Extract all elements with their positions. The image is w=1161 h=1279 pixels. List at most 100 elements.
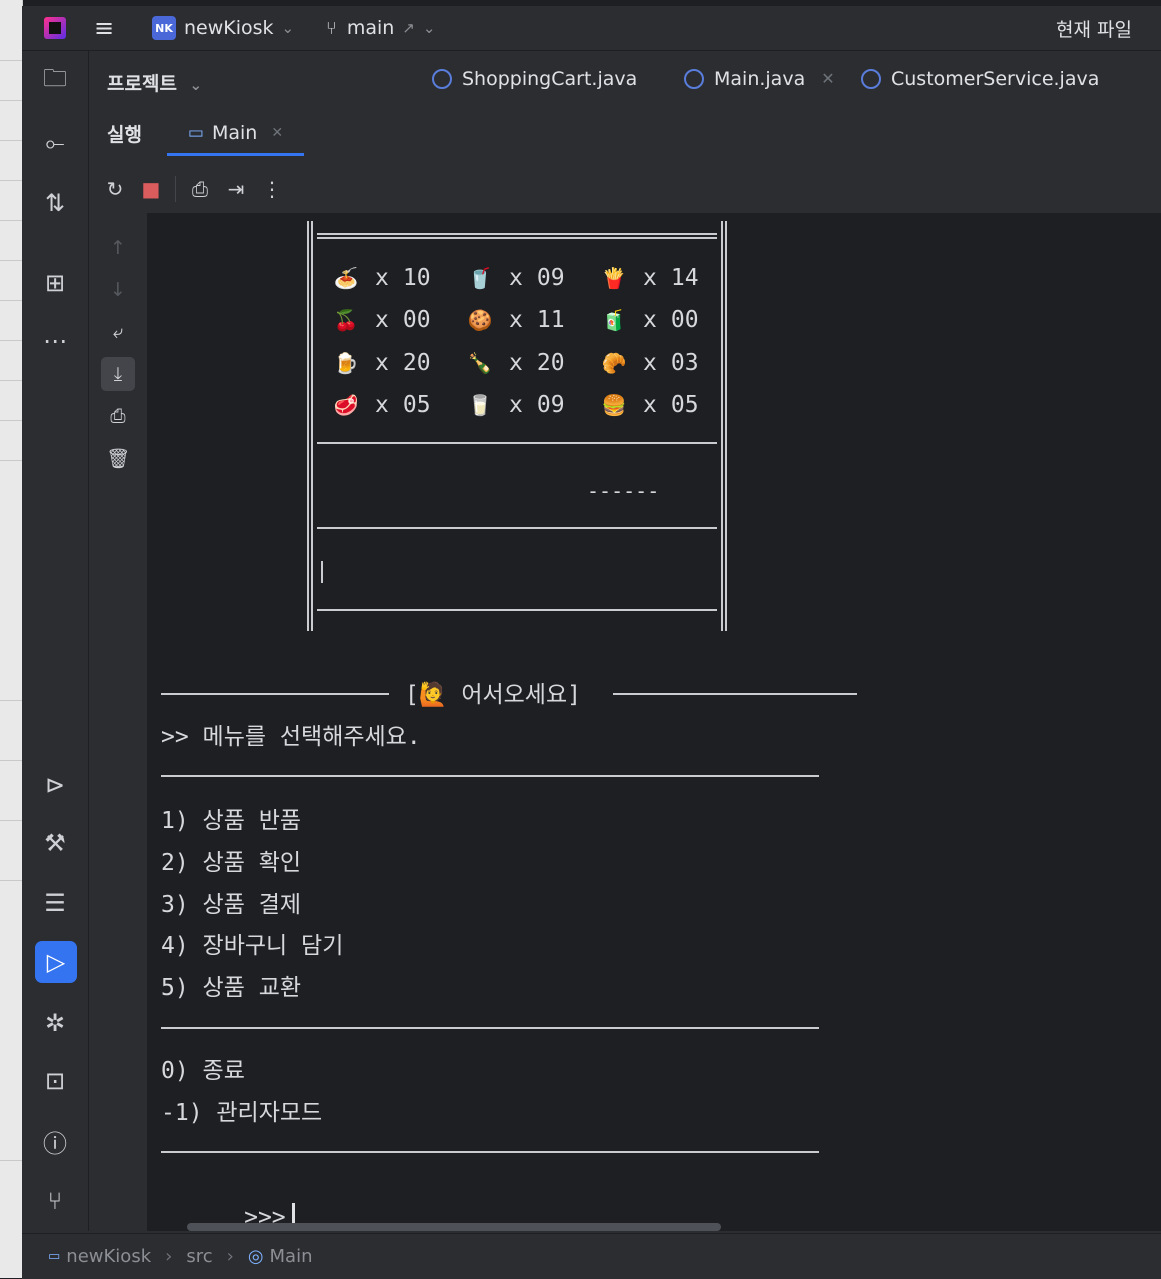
inventory-item: 🍔 x 05 (599, 392, 733, 418)
menu-item: 2) 상품 확인 (161, 850, 302, 876)
run-config-icon: ▭ (187, 123, 204, 143)
inventory-item: 🥛 x 09 (465, 392, 599, 418)
multiplier: x (375, 350, 389, 376)
horizontal-scrollbar[interactable] (187, 1223, 721, 1231)
todo-list-icon[interactable]: ☰ (32, 883, 78, 923)
breadcrumb-folder[interactable]: src (186, 1246, 212, 1267)
multiplier: x (509, 392, 523, 418)
inventory-row: 🥩 x 05 🥛 x 09 🍔 x 05 (331, 384, 733, 426)
camera-icon[interactable]: ⎙ (182, 171, 218, 207)
breadcrumb-file[interactable]: Main (270, 1246, 313, 1267)
welcome-banner: [🙋 어서오세요] (405, 682, 581, 708)
multiplier: x (509, 350, 523, 376)
run-tab-label: Main (211, 122, 258, 144)
run-icon[interactable]: ▷ (35, 941, 77, 983)
menu-item: 5) 상품 교환 (161, 975, 302, 1001)
arrow-up-icon[interactable]: ↑ (101, 231, 135, 265)
main-menu-icon[interactable]: ≡ (94, 6, 114, 50)
item-emoji-icon: 🥐 (601, 351, 627, 375)
class-icon (684, 68, 704, 89)
project-name: newKiosk (184, 17, 274, 39)
item-quantity: 14 (670, 265, 699, 291)
rule-line (161, 775, 819, 777)
folder-icon[interactable]: 🗀 (32, 61, 78, 101)
chevron-down-icon: ⌄ (281, 19, 295, 37)
admin-mode-item: -1) 관리자모드 (161, 1100, 323, 1126)
menu-item: 3) 상품 결제 (161, 892, 302, 918)
tab-label: ShoppingCart.java (462, 67, 638, 90)
terminal-icon[interactable]: ⊡ (32, 1061, 78, 1101)
close-icon[interactable]: ✕ (271, 125, 283, 141)
run-tab-main[interactable]: ▭ Main ✕ (167, 113, 304, 156)
item-emoji-icon: 🧃 (601, 308, 627, 332)
problems-icon[interactable]: ⓘ (32, 1121, 78, 1161)
project-label: 프로젝트 (107, 73, 177, 95)
multiplier: x (375, 307, 389, 333)
multiplier: x (509, 265, 523, 291)
desktop-edge (0, 0, 23, 1278)
more-options-icon[interactable]: ⋮ (254, 171, 290, 207)
item-quantity: 03 (670, 350, 699, 376)
console-output[interactable]: 🍝 x 10 🥤 x 09 🍟 x 14 🍒 x 00 🍪 x 11 🧃 x 00 🍺 x 20 🍾 x 20 🥐 x 03 🥩 x 05… (147, 213, 1161, 1231)
exit-icon[interactable]: ⇥ (218, 171, 254, 207)
build-hammer-icon[interactable]: ⚒ (32, 823, 78, 863)
inventory-item: 🥐 x 03 (599, 350, 733, 376)
item-emoji-icon: 🍺 (333, 351, 359, 375)
more-icon[interactable]: ⋯ (32, 321, 78, 361)
debug-bug-icon[interactable]: ✲ (32, 1003, 78, 1043)
class-icon: ◎ (247, 1246, 264, 1267)
rule-line (161, 1027, 819, 1029)
trash-icon[interactable]: 🗑 (101, 441, 135, 475)
branch-switcher[interactable]: ⑂ main ↗ ⌄ (326, 6, 435, 50)
chevron-right-icon: › (226, 1246, 234, 1267)
multiplier: x (509, 307, 523, 333)
git-icon[interactable]: ⑂ (32, 1181, 78, 1221)
pull-request-icon[interactable]: ⇅ (32, 183, 78, 223)
stop-icon[interactable]: ■ (133, 171, 169, 207)
menu-item: 1) 상품 반품 (161, 808, 302, 834)
item-quantity: 20 (402, 350, 431, 376)
run-config-selector[interactable]: 현재 파일 (1056, 6, 1132, 50)
run-label: 실행 (107, 123, 142, 146)
inventory-item: 🍝 x 10 (331, 265, 465, 291)
console-side-tools: ↑ ↓ ⤶ ⤓ ⎙ 🗑 (89, 213, 147, 1231)
module-icon: ▭ (48, 1249, 61, 1264)
rule-line (161, 693, 389, 695)
class-icon (432, 68, 452, 89)
print-icon[interactable]: ⎙ (101, 399, 135, 433)
title-bar: ≡ NK newKiosk ⌄ ⑂ main ↗ ⌄ 현재 파일 (22, 6, 1161, 51)
inventory-item: 🥩 x 05 (331, 392, 465, 418)
item-emoji-icon: 🍪 (467, 308, 493, 332)
multiplier: x (643, 265, 657, 291)
item-quantity: 11 (536, 307, 565, 333)
item-quantity: 09 (536, 392, 565, 418)
breadcrumb-project[interactable]: newKiosk (66, 1246, 151, 1267)
project-switcher[interactable]: NK newKiosk ⌄ (152, 6, 294, 50)
tab-main[interactable]: Main.java ✕ (684, 51, 835, 106)
services-icon[interactable]: ⊳ (32, 765, 78, 805)
project-view-toggle[interactable]: 프로젝트 ⌄ (107, 69, 202, 96)
ide-window: ≡ NK newKiosk ⌄ ⑂ main ↗ ⌄ 현재 파일 🗀 ⟜ ⇅ ⊞… (22, 6, 1161, 1279)
app-logo-icon[interactable] (44, 6, 66, 50)
item-quantity: 00 (402, 307, 431, 333)
item-emoji-icon: 🍒 (333, 308, 359, 332)
multiplier: x (375, 392, 389, 418)
panel-header: 프로젝트 ⌄ ShoppingCart.java Main.java ✕ Cus… (89, 51, 1161, 213)
tab-shoppingcart[interactable]: ShoppingCart.java (432, 51, 637, 106)
breadcrumb: ▭ newKiosk › src › ◎ Main (48, 1246, 313, 1267)
item-emoji-icon: 🍟 (601, 266, 627, 290)
structure-icon[interactable]: ⊞ (32, 263, 78, 303)
multiplier: x (643, 392, 657, 418)
multiplier: x (643, 350, 657, 376)
scroll-to-end-icon[interactable]: ⤓ (101, 357, 135, 391)
tab-customerservice[interactable]: CustomerService.java (861, 51, 1099, 106)
soft-wrap-icon[interactable]: ⤶ (101, 315, 135, 349)
close-icon[interactable]: ✕ (821, 69, 834, 88)
editor-tabs: ShoppingCart.java Main.java ✕ CustomerSe… (414, 51, 1161, 106)
rerun-icon[interactable]: ↻ (97, 171, 133, 207)
inventory-item: 🍾 x 20 (465, 350, 599, 376)
inventory-item: 🍒 x 00 (331, 307, 465, 333)
arrow-down-icon[interactable]: ↓ (101, 273, 135, 307)
commit-icon[interactable]: ⟜ (32, 123, 78, 163)
inventory-item: 🍺 x 20 (331, 350, 465, 376)
